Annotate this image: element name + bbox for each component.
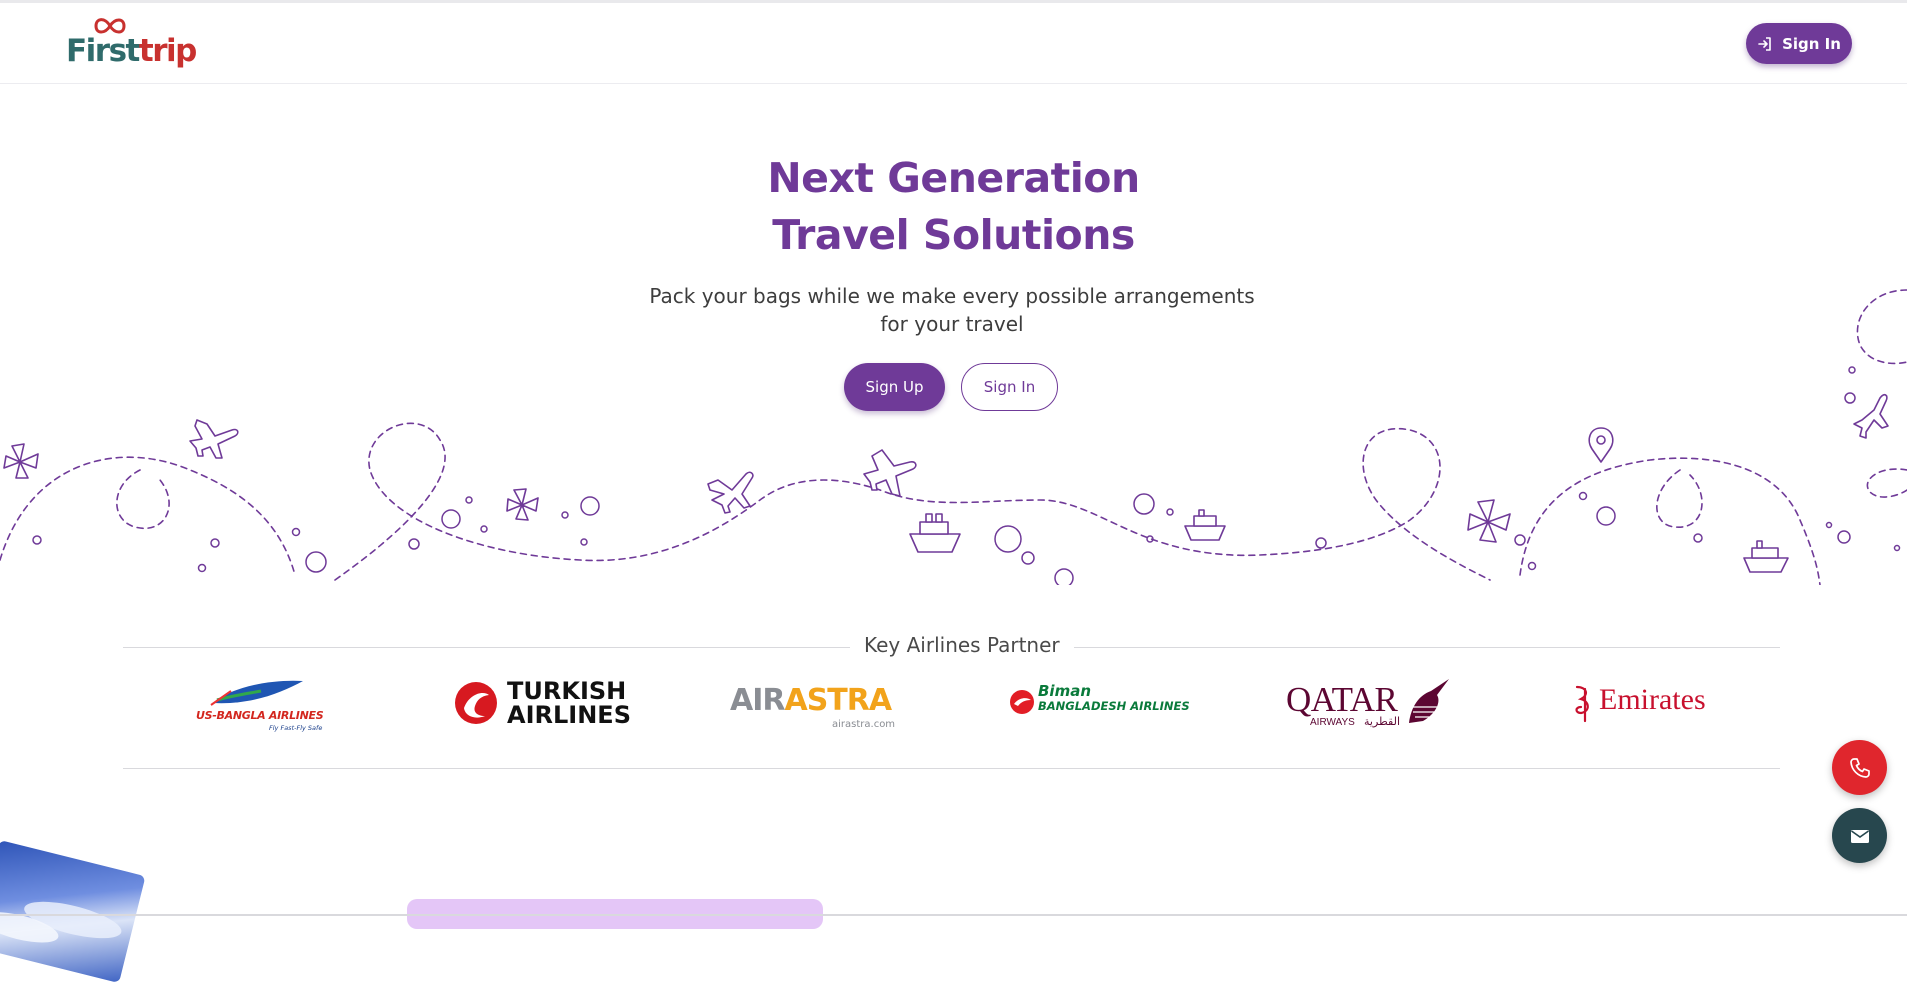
emirates-name: Emirates — [1599, 683, 1706, 716]
navbar: Firsttrip Sign In — [0, 3, 1907, 84]
usbangla-tagline: Fly Fast-Fly Safe — [269, 724, 323, 732]
airline-partners-section: Key Airlines Partner US-BANGLA AIRLINES … — [123, 622, 1780, 769]
airline-logo-biman[interactable]: Biman BANGLADESH AIRLINES — [1009, 677, 1190, 747]
biman-emblem-icon — [1010, 690, 1034, 714]
qatar-sub-arabic: القطرية — [1364, 715, 1401, 728]
airastra-name-astra: ASTRA — [784, 683, 892, 718]
cloud-image — [0, 901, 122, 943]
usbangla-name: US-BANGLA AIRLINES — [196, 709, 324, 722]
qatar-name: QATAR — [1286, 680, 1398, 719]
nav-signin-label: Sign In — [1782, 34, 1841, 53]
airastra-name-air: AIR — [730, 683, 785, 718]
airline-logo-turkish[interactable]: TURKISH AIRLINES — [453, 677, 631, 747]
hero-title-line1: Next Generation — [767, 154, 1140, 202]
qatar-sub: AIRWAYS — [1310, 717, 1355, 728]
turkish-bird-icon — [455, 682, 497, 724]
airline-logo-usbangla[interactable]: US-BANGLA AIRLINES Fly Fast-Fly Safe — [191, 677, 331, 747]
emirates-arabic-mark-icon — [1575, 685, 1589, 723]
logo-text-first: First — [66, 33, 140, 69]
call-button[interactable] — [1832, 740, 1887, 795]
firsttrip-logo[interactable]: Firsttrip — [66, 15, 197, 75]
sky-photo-card — [0, 840, 146, 983]
airline-logo-qatar[interactable]: QATAR AIRWAYS القطرية — [1286, 677, 1456, 747]
hero-title: Next Generation Travel Solutions — [0, 150, 1907, 264]
airastra-url: airastra.com — [832, 719, 896, 730]
biman-name-line2: BANGLADESH AIRLINES — [1038, 699, 1190, 713]
mail-icon — [1850, 829, 1869, 843]
airline-logo-emirates[interactable]: Emirates — [1571, 677, 1731, 747]
travel-decoration — [0, 289, 1907, 585]
turkish-name-line2: AIRLINES — [507, 701, 631, 729]
nav-signin-button[interactable]: Sign In — [1746, 23, 1852, 64]
qatar-oryx-icon — [1409, 679, 1449, 723]
email-button[interactable] — [1832, 808, 1887, 863]
biman-name-line1: Biman — [1038, 682, 1092, 700]
logo-text-trip: trip — [138, 33, 197, 69]
hero-title-line2: Travel Solutions — [772, 211, 1135, 259]
turkish-name-line1: TURKISH — [507, 677, 627, 705]
login-arrow-icon — [1758, 36, 1771, 51]
partners-title: Key Airlines Partner — [850, 633, 1074, 657]
phone-icon — [1849, 757, 1870, 778]
airline-logo-airastra[interactable]: AIRASTRA airastra.com — [730, 677, 900, 747]
